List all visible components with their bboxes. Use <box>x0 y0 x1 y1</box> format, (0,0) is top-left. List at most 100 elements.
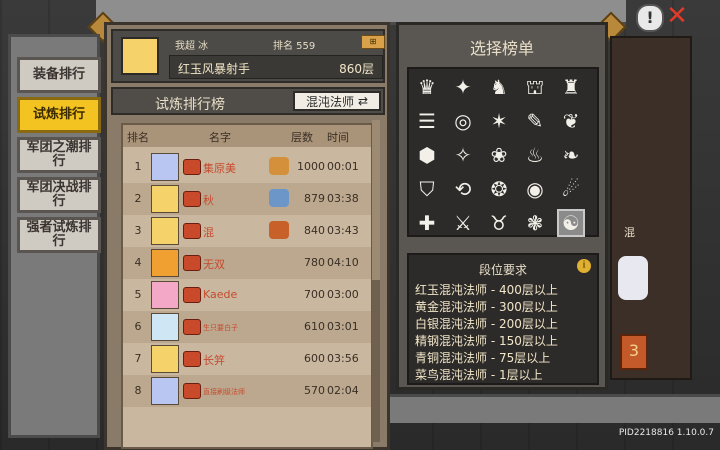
table-row[interactable]: 3 混 840 03:43 <box>123 215 371 247</box>
select-panel-title: 选择榜单 <box>469 39 534 58</box>
my-rank-card: 我超 冰 排名 559 ⊞ 红玉风暴射手 860层 <box>111 29 385 83</box>
crab-badge-icon <box>183 319 201 335</box>
class-icon-14[interactable]: ♨ <box>521 141 549 169</box>
class-icon-17[interactable]: ⟲ <box>449 175 477 203</box>
class-icon-10[interactable]: ❦ <box>557 107 585 135</box>
row-name: 生只要白子 <box>203 324 238 332</box>
row-rank: 5 <box>134 288 142 301</box>
class-icon-9[interactable]: ✎ <box>521 107 549 135</box>
header-name: 名字 <box>209 131 231 144</box>
class-icon-grid: ♛ ✦ ♞ ⛫ ♜ ☰ ◎ ✶ ✎ ❦ ⬢ ✧ ❀ ♨ ❧ ⛉ ⟲ ❂ ◉ ☄ … <box>407 67 599 237</box>
class-icon-2[interactable]: ✦ <box>449 73 477 101</box>
row-rank: 4 <box>134 256 142 269</box>
row-floor: 840 <box>304 224 325 237</box>
tab-legion-battle-ranking[interactable]: 军团决战排行 <box>17 177 101 213</box>
tab-trial-ranking[interactable]: 试炼排行 <box>17 97 101 133</box>
requirement-line: 青铜混沌法师 - 75层以上 <box>415 351 551 365</box>
crab-badge-icon <box>183 287 201 303</box>
class-icon-chaos-mage-selected[interactable]: ☯ <box>557 209 585 237</box>
crab-badge-icon <box>183 351 201 367</box>
class-icon-12[interactable]: ✧ <box>449 141 477 169</box>
row-floor: 600 <box>304 352 325 365</box>
character-sprite <box>618 256 648 300</box>
table-row[interactable]: 1 集原美 1000 00:01 <box>123 151 371 183</box>
tab-label: 军团决战排行 <box>26 180 92 209</box>
avatar <box>151 153 179 181</box>
class-icon-15[interactable]: ❧ <box>557 141 585 169</box>
class-icon-16[interactable]: ⛉ <box>413 175 441 203</box>
row-time: 00:01 <box>327 160 359 173</box>
table-row[interactable]: 4 无双 780 04:10 <box>123 247 371 279</box>
table-row[interactable]: 6 生只要白子 610 03:01 <box>123 311 371 343</box>
avatar <box>151 217 179 245</box>
row-time: 03:01 <box>327 320 359 333</box>
class-button-label: 混沌法师 <box>305 94 354 109</box>
avatar <box>121 37 159 75</box>
tab-strong-trial-ranking[interactable]: 强者试炼排行 <box>17 217 101 253</box>
row-floor: 700 <box>304 288 325 301</box>
class-icon-6[interactable]: ☰ <box>413 107 441 135</box>
game-screen: ! ✕ 装备排行 试炼排行 军团之潮排行 军团决战排行 强者试炼排行 我超 冰 … <box>0 0 720 450</box>
requirement-line: 精钢混沌法师 - 150层以上 <box>415 334 558 348</box>
row-floor: 780 <box>304 256 325 269</box>
requirement-line: 菜鸟混沌法师 - 1层以上 <box>415 368 543 382</box>
class-icon-20[interactable]: ☄ <box>557 175 585 203</box>
class-icon-5[interactable]: ♜ <box>557 73 585 101</box>
table-row[interactable]: 2 秋 879 03:38 <box>123 183 371 215</box>
avatar <box>151 345 179 373</box>
class-icon-7[interactable]: ◎ <box>449 107 477 135</box>
row-time: 03:38 <box>327 192 359 205</box>
class-icon-21[interactable]: ✚ <box>413 209 441 237</box>
list-header: 排名 名字 层数 时间 <box>123 125 371 147</box>
list-scroll-thumb[interactable] <box>372 120 380 280</box>
tab-legion-tide-ranking[interactable]: 军团之潮排行 <box>17 137 101 173</box>
ranking-panel: 我超 冰 排名 559 ⊞ 红玉风暴射手 860层 试炼排行榜 混沌法师 ⇄ 排… <box>104 22 390 450</box>
class-icon-3[interactable]: ♞ <box>485 73 513 101</box>
class-icon-18[interactable]: ❂ <box>485 175 513 203</box>
avatar <box>151 313 179 341</box>
class-icon-4[interactable]: ⛫ <box>521 73 549 101</box>
requirement-line: 白银混沌法师 - 200层以上 <box>415 317 558 331</box>
info-icon[interactable]: i <box>577 259 591 273</box>
close-button[interactable]: ✕ <box>664 3 690 29</box>
info-button[interactable]: ! <box>636 4 664 32</box>
deco-label: 混 <box>624 226 635 239</box>
class-icon-19[interactable]: ◉ <box>521 175 549 203</box>
class-icon-23[interactable]: ♉ <box>485 209 513 237</box>
requirement-line: 黄金混沌法师 - 300层以上 <box>415 300 558 314</box>
class-icon-1[interactable]: ♛ <box>413 73 441 101</box>
crab-badge-icon <box>183 255 201 271</box>
row-rank: 6 <box>134 320 142 333</box>
row-rank: 3 <box>134 224 142 237</box>
ranking-list[interactable]: 排名 名字 层数 时间 1 集原美 1000 00:01 2 秋 879 03:… <box>121 123 373 449</box>
row-name: Kaede <box>203 288 238 301</box>
rank-requirements: 段位要求 i 红玉混沌法师 - 400层以上 黄金混沌法师 - 300层以上 白… <box>407 253 599 385</box>
row-name: 直接刷级法师 <box>203 388 245 396</box>
deco-badge: 3 <box>620 334 648 370</box>
row-time: 03:43 <box>327 224 359 237</box>
board-header: 试炼排行榜 混沌法师 ⇄ <box>111 87 385 115</box>
crab-badge-icon <box>183 159 201 175</box>
class-icon-11[interactable]: ⬢ <box>413 141 441 169</box>
row-rank: 8 <box>134 384 142 397</box>
row-time: 02:04 <box>327 384 359 397</box>
table-row[interactable]: 7 长笄 600 03:56 <box>123 343 371 375</box>
row-name: 长笄 <box>203 354 225 367</box>
class-icon-13[interactable]: ❀ <box>485 141 513 169</box>
crab-badge-icon <box>183 383 201 399</box>
player-floor: 860层 <box>339 62 374 76</box>
class-icon-8[interactable]: ✶ <box>485 107 513 135</box>
player-name: 我超 冰 <box>175 41 209 52</box>
class-icon-22[interactable]: ⚔ <box>449 209 477 237</box>
table-row[interactable]: 5 Kaede 700 03:00 <box>123 279 371 311</box>
table-row[interactable]: 8 直接刷级法师 570 02:04 <box>123 375 371 407</box>
avatar <box>151 377 179 405</box>
pet-icon <box>269 157 289 175</box>
background-scene <box>610 36 692 380</box>
tab-label: 军团之潮排行 <box>26 140 92 169</box>
row-floor: 1000 <box>297 160 325 173</box>
tab-equipment-ranking[interactable]: 装备排行 <box>17 57 101 93</box>
my-record-bar: 红玉风暴射手 860层 <box>169 55 383 79</box>
class-switch-button[interactable]: 混沌法师 ⇄ <box>293 91 381 111</box>
class-icon-24[interactable]: ❃ <box>521 209 549 237</box>
